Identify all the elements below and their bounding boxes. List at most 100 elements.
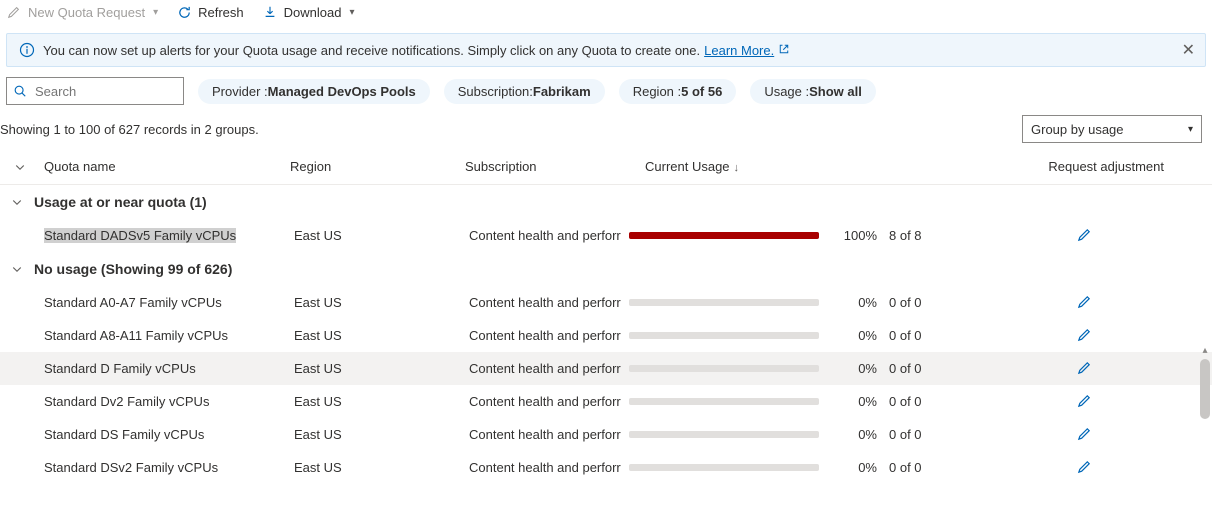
cell-usage: 0% 0 of 0 — [629, 328, 1029, 343]
usage-of-n: 0 of 0 — [889, 460, 949, 475]
cell-usage: 0% 0 of 0 — [629, 427, 1029, 442]
records-text: Showing 1 to 100 of 627 records in 2 gro… — [0, 122, 259, 137]
group-row[interactable]: Usage at or near quota (1) — [0, 185, 1212, 219]
usage-percent: 0% — [831, 361, 877, 376]
cell-quota-name: Standard Dv2 Family vCPUs — [44, 394, 294, 409]
cell-subscription: Content health and perforr — [469, 427, 629, 442]
search-icon — [13, 83, 27, 99]
usage-of-n: 0 of 0 — [889, 427, 949, 442]
group-expand-toggle[interactable] — [0, 196, 34, 208]
region-filter-pill[interactable]: Region : 5 of 56 — [619, 79, 737, 104]
scroll-up-arrow[interactable]: ▴ — [1200, 345, 1210, 357]
edit-quota-icon[interactable] — [1077, 227, 1092, 245]
table-row[interactable]: Standard DSv2 Family vCPUsEast USContent… — [0, 451, 1212, 484]
cell-usage: 100%8 of 8 — [629, 228, 1029, 243]
col-quota-name[interactable]: Quota name — [40, 159, 290, 174]
cell-region: East US — [294, 328, 469, 343]
usage-percent: 0% — [831, 427, 877, 442]
cell-usage: 0%0 of 0 — [629, 295, 1029, 310]
cell-subscription: Content health and perforr — [469, 295, 629, 310]
table-row[interactable]: Standard A0-A7 Family vCPUsEast USConten… — [0, 286, 1212, 319]
edit-quota-icon[interactable] — [1077, 393, 1092, 411]
col-usage-label: Current Usage — [645, 159, 730, 174]
cell-quota-name: Standard A8-A11 Family vCPUs — [44, 328, 294, 343]
usage-percent: 0% — [831, 394, 877, 409]
table-row[interactable]: Standard DADSv5 Family vCPUsEast USConte… — [0, 219, 1212, 252]
provider-label: Provider : — [212, 84, 268, 99]
expand-all-toggle[interactable] — [0, 161, 40, 173]
provider-filter-pill[interactable]: Provider : Managed DevOps Pools — [198, 79, 430, 104]
region-value: 5 of 56 — [681, 84, 722, 99]
cell-region: East US — [294, 228, 469, 243]
group-row[interactable]: No usage (Showing 99 of 626) — [0, 252, 1212, 286]
refresh-button[interactable]: Refresh — [176, 4, 244, 20]
col-subscription[interactable]: Subscription — [465, 159, 645, 174]
chevron-down-icon: ▾ — [349, 7, 354, 18]
usage-of-n: 0 of 0 — [889, 328, 949, 343]
group-title: No usage (Showing 99 of 626) — [34, 261, 232, 277]
table-row[interactable]: Standard Dv2 Family vCPUsEast USContent … — [0, 385, 1212, 418]
usage-bar — [629, 332, 819, 339]
usage-bar — [629, 299, 819, 306]
group-by-label: Group by usage — [1031, 122, 1124, 137]
info-banner: You can now set up alerts for your Quota… — [6, 33, 1206, 67]
usage-of-n: 0 of 0 — [889, 361, 949, 376]
provider-value: Managed DevOps Pools — [268, 84, 416, 99]
refresh-icon — [176, 4, 192, 20]
usage-bar — [629, 365, 819, 372]
usage-filter-pill[interactable]: Usage : Show all — [750, 79, 876, 104]
cell-usage: 0% 0 of 0 — [629, 361, 1029, 376]
cell-region: East US — [294, 460, 469, 475]
usage-value: Show all — [809, 84, 862, 99]
edit-quota-icon[interactable] — [1077, 459, 1092, 477]
edit-quota-icon[interactable] — [1077, 294, 1092, 312]
external-link-icon — [778, 43, 790, 58]
group-by-dropdown[interactable]: Group by usage ▾ — [1022, 115, 1202, 143]
col-current-usage[interactable]: Current Usage ↓ — [645, 159, 1045, 174]
usage-label: Usage : — [764, 84, 809, 99]
col-request-adjustment[interactable]: Request adjustment — [1045, 159, 1212, 174]
close-icon[interactable]: ✕ — [1182, 40, 1195, 60]
usage-bar — [629, 398, 819, 405]
subscription-filter-pill[interactable]: Subscription: Fabrikam — [444, 79, 605, 104]
chevron-down-icon: ▾ — [1188, 124, 1193, 135]
table-row[interactable]: Standard DS Family vCPUsEast USContent h… — [0, 418, 1212, 451]
subscription-value: Fabrikam — [533, 84, 591, 99]
search-input[interactable] — [6, 77, 184, 105]
cell-usage: 0%0 of 0 — [629, 394, 1029, 409]
new-quota-request-button[interactable]: New Quota Request ▾ — [6, 4, 158, 20]
edit-quota-icon[interactable] — [1077, 327, 1092, 345]
download-icon — [262, 4, 278, 20]
filter-row: Provider : Managed DevOps Pools Subscrip… — [0, 77, 1212, 115]
edit-quota-icon[interactable] — [1077, 426, 1092, 444]
download-button[interactable]: Download ▾ — [262, 4, 355, 20]
usage-percent: 0% — [831, 328, 877, 343]
cell-quota-name: Standard DS Family vCPUs — [44, 427, 294, 442]
search-field[interactable] — [33, 83, 177, 100]
cell-region: East US — [294, 427, 469, 442]
group-expand-toggle[interactable] — [0, 263, 34, 275]
learn-more-link[interactable]: Learn More. — [704, 43, 774, 58]
usage-bar — [629, 431, 819, 438]
sort-desc-icon: ↓ — [734, 162, 740, 174]
cell-subscription: Content health and perforr — [469, 228, 629, 243]
edit-quota-icon[interactable] — [1077, 360, 1092, 378]
chevron-down-icon: ▾ — [153, 7, 158, 18]
cell-region: East US — [294, 295, 469, 310]
vertical-scrollbar[interactable] — [1200, 359, 1210, 419]
quota-table: Quota name Region Subscription Current U… — [0, 149, 1212, 484]
usage-percent: 100% — [831, 228, 877, 243]
refresh-label: Refresh — [198, 5, 244, 20]
group-title: Usage at or near quota (1) — [34, 194, 207, 210]
col-region[interactable]: Region — [290, 159, 465, 174]
usage-percent: 0% — [831, 460, 877, 475]
usage-bar — [629, 464, 819, 471]
cell-region: East US — [294, 394, 469, 409]
table-row[interactable]: Standard A8-A11 Family vCPUsEast USConte… — [0, 319, 1212, 352]
pencil-icon — [6, 4, 22, 20]
table-row[interactable]: Standard D Family vCPUsEast USContent he… — [0, 352, 1212, 385]
usage-bar — [629, 232, 819, 239]
cell-quota-name: Standard DSv2 Family vCPUs — [44, 460, 294, 475]
records-row: Showing 1 to 100 of 627 records in 2 gro… — [0, 115, 1212, 149]
cell-subscription: Content health and perforr — [469, 460, 629, 475]
